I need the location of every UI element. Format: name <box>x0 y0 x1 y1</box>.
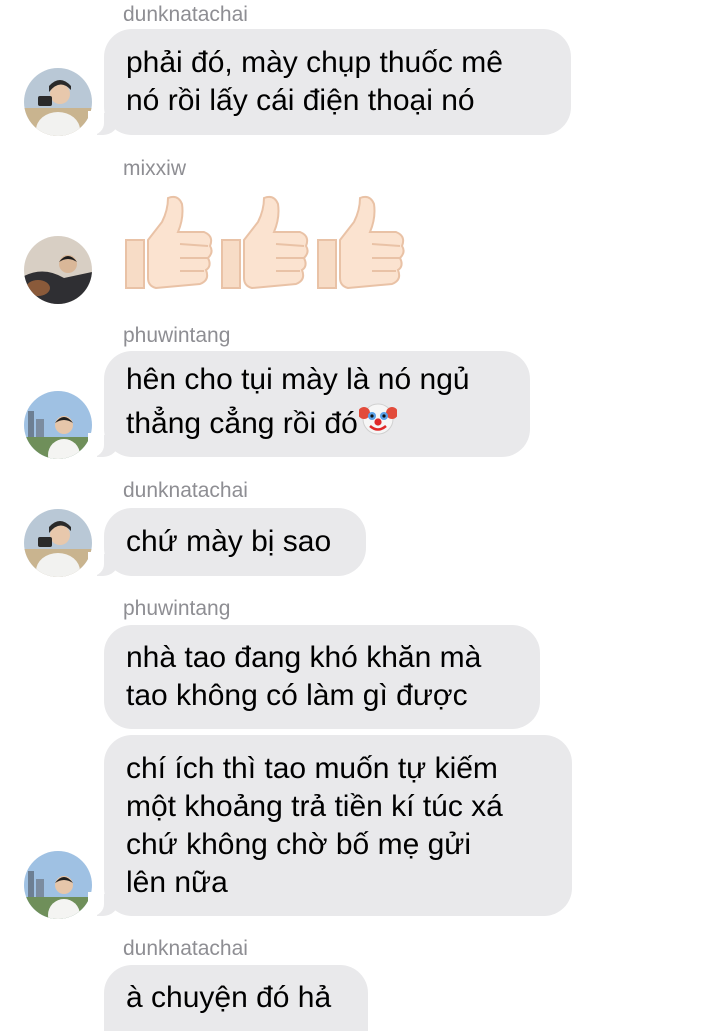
sender-name: dunknatachai <box>123 479 248 502</box>
sender-name: phuwintang <box>123 324 231 347</box>
message-text: hên cho tụi mày là nó ngủ thẳng cẳng rồi… <box>126 361 470 447</box>
message-text: chí ích thì tao muốn tự kiếm một khoảng … <box>126 751 503 899</box>
message-bubble[interactable]: hên cho tụi mày là nó ngủ thẳng cẳng rồi… <box>88 351 530 457</box>
sender-name: dunknatachai <box>123 937 248 960</box>
message-text: phải đó, mày chụp thuốc mê nó rồi lấy cá… <box>126 46 503 117</box>
thumbs-up-icon <box>122 192 214 299</box>
avatar[interactable] <box>24 391 92 459</box>
message-bubble[interactable]: nhà tao đang khó khăn mà tao không có là… <box>104 625 540 729</box>
message-text: nhà tao đang khó khăn mà tao không có là… <box>126 641 482 712</box>
sender-name: mixxiw <box>123 157 186 180</box>
sender-name: phuwintang <box>123 597 231 620</box>
message-bubble[interactable]: à chuyện đó hả <box>104 965 368 1031</box>
thumbs-up-icon <box>314 192 406 299</box>
avatar[interactable] <box>24 851 92 919</box>
avatar[interactable] <box>24 236 92 304</box>
thumbs-up-icon <box>218 192 310 299</box>
message-text: chứ mày bị sao <box>126 525 332 558</box>
message-bubble[interactable]: chí ích thì tao muốn tự kiếm một khoảng … <box>88 735 572 916</box>
emoji-message[interactable] <box>122 192 406 299</box>
message-text: à chuyện đó hả <box>126 981 332 1014</box>
message-bubble[interactable]: phải đó, mày chụp thuốc mê nó rồi lấy cá… <box>88 29 571 135</box>
chat-thread: dunknatachai phải đó, mày chụp thuốc mê … <box>0 0 720 1031</box>
clown-face-icon <box>357 399 398 447</box>
message-bubble[interactable]: chứ mày bị sao <box>88 508 366 576</box>
avatar[interactable] <box>24 509 92 577</box>
avatar[interactable] <box>24 68 92 136</box>
sender-name: dunknatachai <box>123 3 248 26</box>
